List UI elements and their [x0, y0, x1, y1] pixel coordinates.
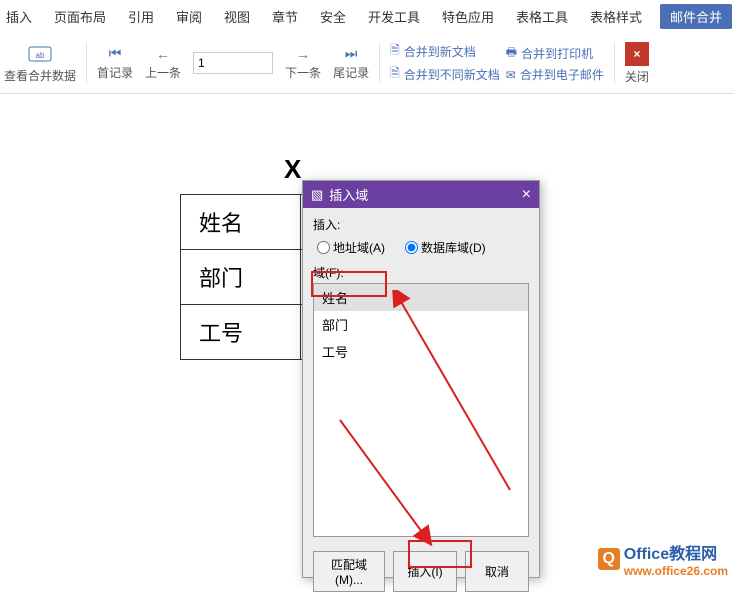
merge-print-button[interactable]: 🖶 合并到打印机 [506, 43, 604, 64]
toolbar: ab 查看合并数据 ⏮ 首记录 ← 上一条 → 下一条 ⏭ 尾记录 🗎 合并到新… [0, 33, 734, 94]
dialog-buttons: 匹配域(M)... 插入(I) 取消 [303, 545, 539, 598]
ribbon-tab-5[interactable]: 章节 [268, 5, 302, 28]
prev-label: 上一条 [145, 64, 181, 81]
record-nav: ⏮ 首记录 ← 上一条 → 下一条 ⏭ 尾记录 [97, 45, 369, 81]
ribbon-tab-7[interactable]: 开发工具 [364, 5, 424, 28]
separator [614, 43, 615, 83]
doc-icon: 🗎 [390, 41, 400, 62]
close-icon: × [625, 42, 649, 66]
match-field-button[interactable]: 匹配域(M)... [313, 551, 385, 592]
ribbon-tab-3[interactable]: 审阅 [172, 5, 206, 28]
record-number-input[interactable] [193, 52, 273, 74]
view-merge-data-button[interactable]: ab 查看合并数据 [4, 43, 76, 84]
printer-icon: 🖶 [506, 43, 517, 64]
dialog-body: 插入: 地址域(A) 数据库域(D) 域(F): 姓名部门工号 [303, 208, 539, 545]
field-item[interactable]: 姓名 [314, 284, 528, 311]
merge-email-button[interactable]: ✉ 合并到电子邮件 [506, 66, 604, 83]
watermark-icon: Q [598, 548, 620, 570]
last-record-button[interactable]: ⏭ 尾记录 [333, 45, 369, 81]
radio-address-input[interactable] [317, 241, 330, 254]
field-item[interactable]: 工号 [314, 338, 528, 365]
radio-database-label: 数据库域(D) [421, 239, 486, 256]
ribbon-tab-0[interactable]: 插入 [2, 5, 36, 28]
ribbon-tab-10[interactable]: 表格样式 [586, 5, 646, 28]
data-icon: ab [26, 43, 54, 65]
next-record-button[interactable]: → 下一条 [285, 46, 321, 81]
dialog-title-text: 插入域 [329, 185, 368, 204]
svg-text:ab: ab [36, 51, 45, 60]
merge-email-label: 合并到电子邮件 [520, 66, 604, 83]
close-label: 关闭 [625, 68, 649, 85]
ribbon-tab-1[interactable]: 页面布局 [50, 5, 110, 28]
merge-new-label: 合并到新文档 [404, 43, 476, 60]
merge-print-label: 合并到打印机 [521, 45, 593, 62]
watermark-text: Office教程网 [624, 540, 728, 564]
doc-icon: 🗎 [390, 64, 400, 85]
ribbon-tabs: 插入页面布局引用审阅视图章节安全开发工具特色应用表格工具表格样式邮件合并 [0, 0, 734, 33]
merge-group: 🗎 合并到新文档 🗎 合并到不同新文档 [390, 41, 500, 85]
dialog-close-button[interactable]: × [522, 186, 531, 204]
radio-group: 地址域(A) 数据库域(D) [317, 239, 529, 256]
cell-dept-label[interactable]: 部门 [181, 250, 301, 305]
insert-label: 插入: [313, 216, 529, 233]
first-icon: ⏮ [109, 45, 122, 62]
email-icon: ✉ [506, 68, 516, 82]
radio-address[interactable]: 地址域(A) [317, 239, 385, 256]
watermark: Q Office教程网 www.office26.com [598, 540, 728, 578]
prev-icon: ← [156, 46, 170, 62]
first-label: 首记录 [97, 64, 133, 81]
ribbon-tab-4[interactable]: 视图 [220, 5, 254, 28]
merge-diff-doc-button[interactable]: 🗎 合并到不同新文档 [390, 64, 500, 85]
merge-diff-label: 合并到不同新文档 [404, 66, 500, 83]
next-label: 下一条 [285, 64, 321, 81]
watermark-url: www.office26.com [624, 564, 728, 578]
merge-new-doc-button[interactable]: 🗎 合并到新文档 [390, 41, 500, 62]
field-list-label: 域(F): [313, 264, 529, 281]
separator [86, 43, 87, 83]
last-icon: ⏭ [345, 45, 358, 62]
field-item[interactable]: 部门 [314, 311, 528, 338]
ribbon-tab-2[interactable]: 引用 [124, 5, 158, 28]
close-button[interactable]: × 关闭 [625, 42, 649, 85]
app-icon: ▧ [311, 187, 323, 203]
ribbon-tab-11[interactable]: 邮件合并 [660, 4, 732, 29]
ribbon-tab-6[interactable]: 安全 [316, 5, 350, 28]
cell-name-label[interactable]: 姓名 [181, 195, 301, 250]
prev-record-button[interactable]: ← 上一条 [145, 46, 181, 81]
view-data-label: 查看合并数据 [4, 67, 76, 84]
insert-button[interactable]: 插入(I) [393, 551, 457, 592]
insert-field-dialog: ▧ 插入域 × 插入: 地址域(A) 数据库域(D) 域(F): 姓名部门工号 … [302, 180, 540, 578]
radio-address-label: 地址域(A) [333, 239, 385, 256]
ribbon-tab-9[interactable]: 表格工具 [512, 5, 572, 28]
field-list[interactable]: 姓名部门工号 [313, 283, 529, 537]
dialog-titlebar[interactable]: ▧ 插入域 × [303, 181, 539, 208]
merge-group-2: 🖶 合并到打印机 ✉ 合并到电子邮件 [506, 43, 604, 83]
cancel-button[interactable]: 取消 [465, 551, 529, 592]
cell-id-label[interactable]: 工号 [181, 305, 301, 360]
radio-database[interactable]: 数据库域(D) [405, 239, 486, 256]
next-icon: → [296, 46, 310, 62]
ribbon-tab-8[interactable]: 特色应用 [438, 5, 498, 28]
radio-database-input[interactable] [405, 241, 418, 254]
x-marker: X [284, 154, 301, 185]
separator [379, 43, 380, 83]
last-label: 尾记录 [333, 64, 369, 81]
first-record-button[interactable]: ⏮ 首记录 [97, 45, 133, 81]
